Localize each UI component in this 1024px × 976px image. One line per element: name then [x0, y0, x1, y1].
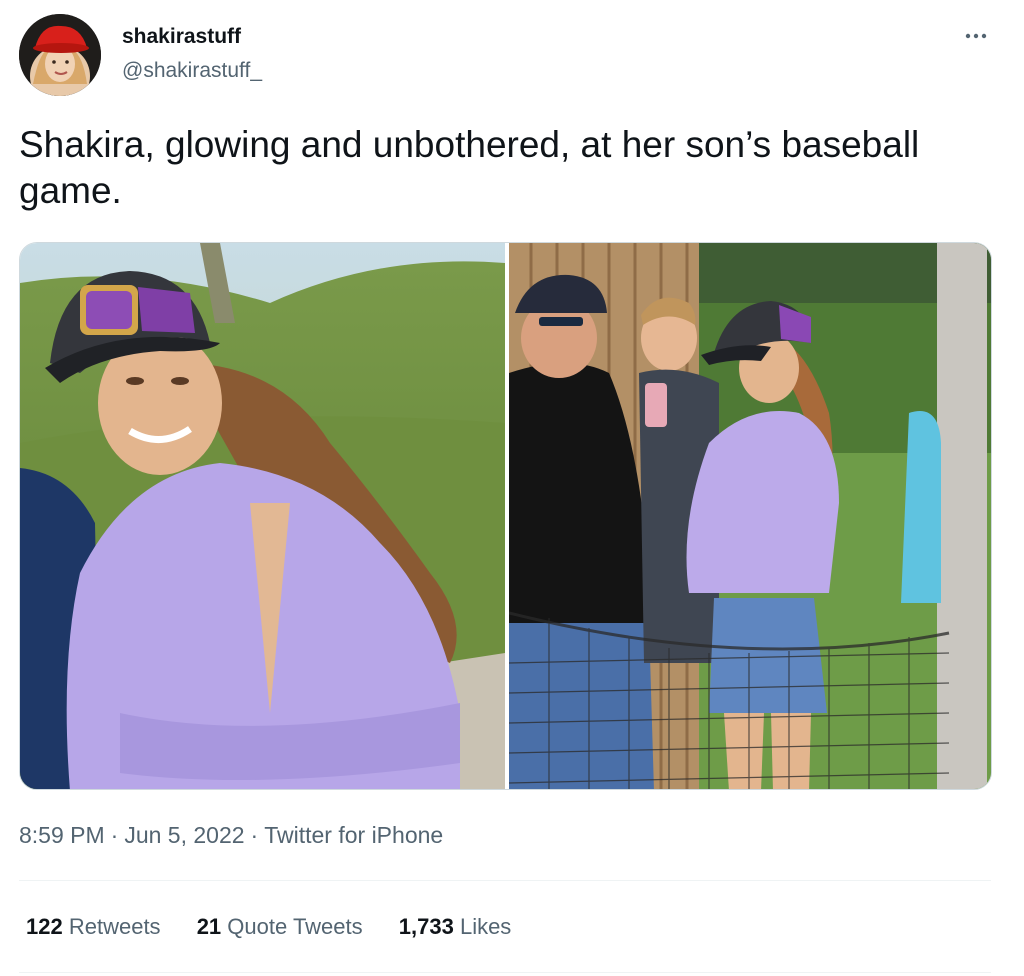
avatar-image	[19, 14, 101, 96]
user-handle[interactable]: @shakirastuff_	[122, 58, 262, 84]
media-grid	[19, 242, 992, 790]
divider	[19, 880, 991, 881]
tweet-card: shakirastuff @shakirastuff_ Shakira, glo…	[0, 0, 1024, 976]
retweets-label: Retweets	[68, 914, 161, 939]
tweet-stats: 122 Retweets 21 Quote Tweets 1,733 Likes	[26, 912, 541, 942]
photo-woman-in-cap-smiling	[20, 243, 505, 789]
media-photo-2[interactable]	[509, 243, 991, 789]
tweet-date[interactable]: Jun 5, 2022	[124, 822, 244, 848]
retweets-count: 122	[26, 914, 63, 939]
avatar[interactable]	[19, 14, 101, 96]
likes-label: Likes	[459, 914, 512, 939]
likes-count: 1,733	[398, 914, 454, 939]
meta-separator: ·	[250, 822, 259, 848]
more-menu-button[interactable]	[960, 26, 992, 46]
display-name[interactable]: shakirastuff	[122, 24, 262, 50]
tweet-text: Shakira, glowing and unbothered, at her …	[19, 124, 920, 211]
retweets-stat[interactable]: 122 Retweets	[26, 912, 161, 942]
quote-tweets-label: Quote Tweets	[227, 914, 363, 939]
media-photo-1[interactable]	[20, 243, 505, 789]
quote-tweets-stat[interactable]: 21 Quote Tweets	[197, 912, 363, 942]
more-horizontal-icon	[965, 33, 987, 39]
tweet-meta: 8:59 PM · Jun 5, 2022 · Twitter for iPhone	[19, 820, 443, 850]
meta-separator: ·	[110, 822, 119, 848]
tweet-time[interactable]: 8:59 PM	[19, 822, 105, 848]
divider	[19, 972, 991, 973]
likes-stat[interactable]: 1,733 Likes	[399, 912, 512, 942]
photo-woman-taking-picture-at-fence	[509, 243, 991, 789]
tweet-source[interactable]: Twitter for iPhone	[264, 822, 443, 848]
quote-tweets-count: 21	[196, 914, 222, 939]
author-block[interactable]: shakirastuff @shakirastuff_	[122, 24, 262, 84]
